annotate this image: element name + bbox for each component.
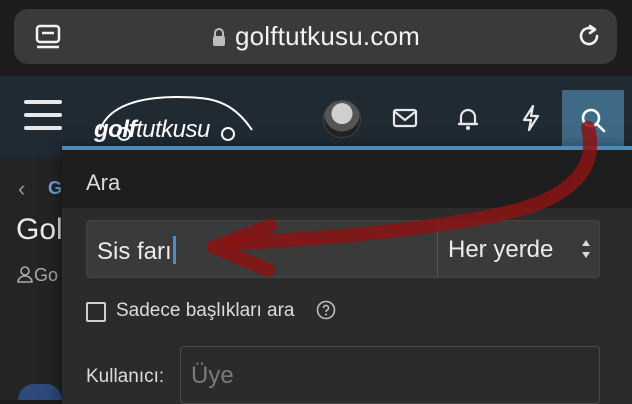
- search-query-text[interactable]: Sis farı: [97, 236, 176, 266]
- author-name: Go: [34, 265, 59, 285]
- member-placeholder: Üye: [191, 362, 234, 389]
- logo-text-bold: golf: [94, 116, 136, 143]
- search-dropdown: Ara Sis farı Her yerde Sadece başlıkları…: [62, 146, 632, 404]
- user-icon: [17, 266, 33, 283]
- logo-text-thin: tutkusu: [135, 116, 210, 143]
- post-thumbnail: [18, 384, 62, 400]
- member-label: Kullanıcı:: [86, 366, 165, 387]
- lock-icon: [212, 28, 225, 46]
- url-text: golftutkusu.com: [234, 21, 421, 51]
- logo-text: golftutkusu: [94, 116, 210, 144]
- member-field[interactable]: Üye: [180, 346, 600, 404]
- bolt-icon[interactable]: [516, 103, 546, 133]
- search-scope-value: Her yerde: [448, 236, 554, 263]
- select-arrows-icon: [582, 240, 590, 258]
- reload-icon[interactable]: [575, 22, 603, 50]
- search-query-value: Sis farı: [97, 238, 172, 265]
- bell-icon[interactable]: [453, 103, 483, 133]
- back-chevron-icon[interactable]: ‹: [18, 176, 25, 202]
- search-title: Ara: [86, 170, 121, 195]
- menu-icon[interactable]: [24, 100, 62, 132]
- page-title: Gol: [16, 213, 63, 246]
- search-query-field[interactable]: Sis farı Her yerde: [86, 220, 600, 278]
- help-icon[interactable]: [316, 300, 336, 320]
- text-caret: [172, 236, 176, 264]
- search-dropdown-header: Ara: [62, 150, 632, 208]
- titles-only-label[interactable]: Sadece başlıkları ara: [116, 300, 295, 322]
- search-button[interactable]: [562, 90, 624, 152]
- thread-author: Go: [16, 265, 58, 286]
- mail-icon[interactable]: [390, 103, 420, 133]
- search-icon: [581, 108, 606, 133]
- search-scope-select[interactable]: Her yerde: [437, 221, 600, 277]
- breadcrumb[interactable]: G: [48, 178, 62, 199]
- browser-address-bar: golftutkusu.com: [0, 0, 632, 76]
- user-avatar[interactable]: [323, 100, 361, 138]
- titles-only-checkbox[interactable]: [86, 302, 106, 322]
- site-logo[interactable]: golftutkusu: [90, 90, 260, 146]
- url-field[interactable]: golftutkusu.com: [14, 9, 617, 64]
- url-display: golftutkusu.com: [14, 21, 617, 52]
